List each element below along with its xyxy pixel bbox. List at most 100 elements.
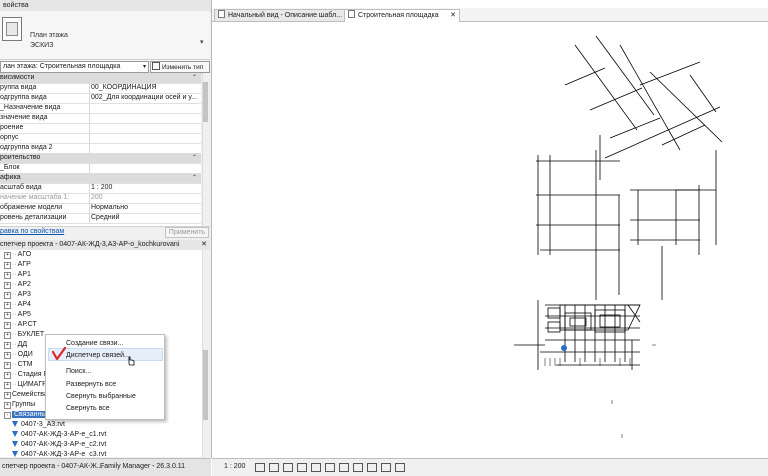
collapse-icon[interactable]: - bbox=[4, 412, 11, 419]
instance-selector[interactable]: лан этажа: Строительная площадка ▾ bbox=[0, 61, 149, 73]
tab-label: Строительная площадка bbox=[358, 12, 439, 19]
shadows-icon[interactable] bbox=[297, 463, 307, 472]
property-value[interactable] bbox=[91, 163, 199, 173]
tree-item[interactable]: + ··Стадия П bbox=[4, 370, 49, 380]
tree-item[interactable]: + ··АР2 bbox=[4, 280, 31, 290]
tree-item[interactable]: + ··АГР bbox=[4, 260, 31, 270]
property-value[interactable]: Средний bbox=[91, 213, 199, 223]
tab-label: Начальный вид - Описание шабл... bbox=[228, 12, 343, 19]
context-menu-item[interactable]: Свернуть выбранные bbox=[66, 392, 136, 402]
visual-style-icon[interactable] bbox=[269, 463, 279, 472]
context-menu-item[interactable]: Развернуть все bbox=[66, 380, 116, 390]
tree-connector: ·· bbox=[12, 311, 17, 318]
expand-icon[interactable]: + bbox=[4, 362, 11, 369]
tree-item[interactable]: + ··АР3 bbox=[4, 290, 31, 300]
reveal-hidden-icon[interactable] bbox=[353, 463, 363, 472]
highlight-displacement-icon[interactable] bbox=[381, 463, 391, 472]
property-value[interactable]: 00_КООРДИНАЦИЯ bbox=[91, 83, 199, 93]
tab-construction-site[interactable]: Строительная площадка ✕ bbox=[344, 9, 460, 22]
linked-model-item[interactable]: 0407-3_А3.rvt bbox=[12, 420, 65, 430]
collapse-section-icon[interactable]: ⌃ bbox=[192, 73, 197, 83]
tree-item[interactable]: + ··АГО bbox=[4, 250, 31, 260]
tree-item-label: АР3 bbox=[17, 291, 31, 298]
tree-item[interactable]: + ··СТМ bbox=[4, 360, 33, 370]
constraints-icon[interactable] bbox=[395, 463, 405, 472]
property-value[interactable] bbox=[91, 113, 199, 123]
expand-icon[interactable]: + bbox=[4, 382, 11, 389]
expand-icon[interactable]: + bbox=[4, 302, 11, 309]
tree-item[interactable]: + ··ЦИМАГР bbox=[4, 380, 47, 390]
context-menu-item[interactable]: Свернуть все bbox=[66, 404, 110, 414]
context-menu: Создание связи... Диспетчер связей... Поис… bbox=[45, 334, 165, 420]
tree-item-groups[interactable]: + Группы bbox=[4, 400, 35, 410]
properties-scroll-thumb[interactable] bbox=[203, 82, 208, 122]
tree-connector: ·· bbox=[12, 281, 17, 288]
project-browser-scroll-thumb[interactable] bbox=[203, 350, 208, 420]
type-dropdown-icon[interactable]: ▾ bbox=[200, 38, 204, 46]
linked-model-item[interactable]: 0407-АК-ЖД-3-АР-е_с2.rvt bbox=[12, 440, 106, 450]
linked-model-item[interactable]: 0407-АК-ЖД-3-АР-е_с3.rvt bbox=[12, 450, 106, 457]
close-tab-icon[interactable]: ✕ bbox=[450, 10, 456, 21]
collapse-section-icon[interactable]: ⌃ bbox=[192, 173, 197, 183]
expand-icon[interactable]: + bbox=[4, 292, 11, 299]
edit-type-button[interactable]: Изменить тип bbox=[150, 61, 210, 73]
expand-icon[interactable]: + bbox=[4, 282, 11, 289]
expand-icon[interactable]: + bbox=[4, 352, 11, 359]
tree-item-label: СТМ bbox=[17, 361, 33, 368]
expand-icon[interactable]: + bbox=[4, 392, 11, 399]
detail-level-icon[interactable] bbox=[255, 463, 265, 472]
linked-model-label: 0407-3_А3.rvt bbox=[21, 421, 65, 428]
sun-path-icon[interactable] bbox=[283, 463, 293, 472]
tree-connector: ·· bbox=[12, 361, 17, 368]
tree-item[interactable]: + ··ОДИ bbox=[4, 350, 33, 360]
collapse-section-icon[interactable]: ⌃ bbox=[192, 153, 197, 163]
tree-connector: ·· bbox=[12, 301, 17, 308]
tree-item[interactable]: + ··АР1 bbox=[4, 270, 31, 280]
property-key: _Назначение вида bbox=[0, 103, 90, 113]
property-value[interactable] bbox=[91, 133, 199, 143]
property-row[interactable]: ровень детализации Средний bbox=[0, 213, 201, 224]
expand-icon[interactable]: + bbox=[4, 342, 11, 349]
tree-item[interactable]: + ··АР5 bbox=[4, 310, 31, 320]
linked-model-item[interactable]: 0407-АК-ЖД-3-АР-е_с1.rvt bbox=[12, 430, 106, 440]
status-text: спетчер проекта - 0407-АК-Ж... bbox=[2, 463, 103, 470]
property-value[interactable]: 1 : 200 bbox=[91, 183, 199, 193]
expand-icon[interactable]: + bbox=[4, 262, 11, 269]
family-manager-status[interactable]: Family Manager - 26.3.0.11 bbox=[100, 463, 185, 470]
crop-view-icon[interactable] bbox=[311, 463, 321, 472]
property-value[interactable] bbox=[91, 123, 199, 133]
tree-item[interactable]: + ··АР4 bbox=[4, 300, 31, 310]
expand-icon[interactable]: + bbox=[4, 272, 11, 279]
expand-icon[interactable]: + bbox=[4, 252, 11, 259]
expand-icon[interactable]: + bbox=[4, 372, 11, 379]
property-value[interactable]: 002_Для координации осей и у... bbox=[91, 93, 199, 103]
temporary-hide-icon[interactable] bbox=[339, 463, 349, 472]
context-menu-item[interactable]: Диспетчер связей... bbox=[66, 351, 130, 361]
drawing-canvas[interactable] bbox=[212, 22, 768, 456]
expand-icon[interactable]: + bbox=[4, 312, 11, 319]
properties-help-link[interactable]: равка по свойствам bbox=[0, 228, 64, 235]
expand-icon[interactable]: + bbox=[4, 332, 11, 339]
expand-icon[interactable]: + bbox=[4, 322, 11, 329]
close-icon[interactable]: ✕ bbox=[201, 240, 207, 250]
tree-item-label: АР5 bbox=[17, 311, 31, 318]
property-value[interactable] bbox=[91, 103, 199, 113]
tab-start-view[interactable]: Начальный вид - Описание шабл... bbox=[214, 9, 347, 21]
tree-item[interactable]: + ··БУКЛЕТ bbox=[4, 330, 44, 340]
tree-item[interactable]: + ··АР.СТ bbox=[4, 320, 37, 330]
show-crop-icon[interactable] bbox=[325, 463, 335, 472]
expand-icon[interactable]: + bbox=[4, 402, 11, 409]
context-menu-item[interactable]: Поиск... bbox=[66, 367, 91, 377]
tree-item-label: ЦИМАГР bbox=[17, 381, 47, 388]
property-value[interactable] bbox=[91, 143, 199, 153]
apply-button[interactable]: Применить bbox=[165, 227, 209, 238]
context-menu-item[interactable]: Создание связи... bbox=[66, 339, 123, 349]
view-scale[interactable]: 1 : 200 bbox=[224, 463, 245, 470]
analytical-model-icon[interactable] bbox=[367, 463, 377, 472]
status-bar: спетчер проекта - 0407-АК-Ж... Family Ma… bbox=[0, 458, 211, 476]
tree-item[interactable]: + ··ДД bbox=[4, 340, 27, 350]
property-key: афика bbox=[0, 174, 21, 181]
property-value[interactable]: Нормально bbox=[91, 203, 199, 213]
property-key: ровень детализации bbox=[0, 213, 90, 223]
tree-item-families[interactable]: + Семейства bbox=[4, 390, 48, 400]
